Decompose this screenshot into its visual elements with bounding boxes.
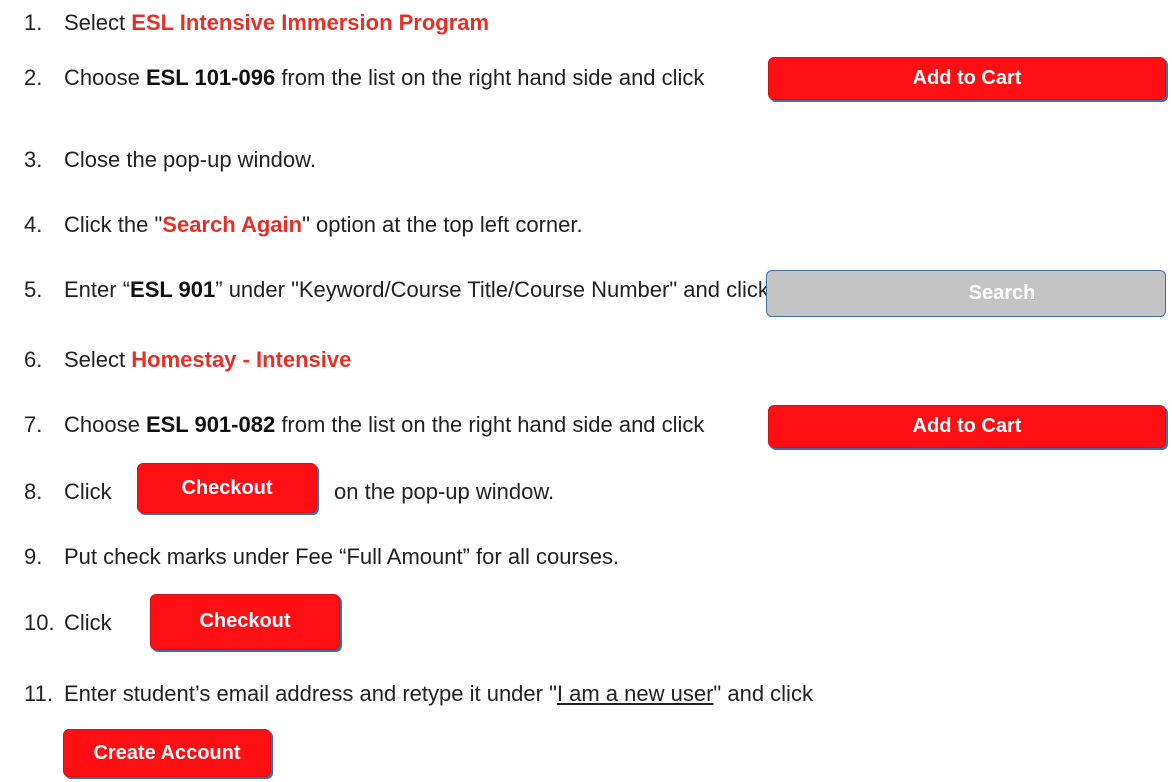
step-text: Choose: [64, 412, 146, 437]
add-to-cart-button[interactable]: Add to Cart: [768, 405, 1166, 448]
step-text: Put check marks under Fee “Full Amount” …: [64, 544, 620, 569]
step-number: 10.: [24, 610, 55, 635]
step-3: 3. Close the pop-up window.: [24, 147, 316, 173]
new-user-link-text: I am a new user: [556, 681, 714, 706]
step-text: Enter “: [64, 277, 131, 302]
create-account-button[interactable]: Create Account: [63, 729, 271, 777]
step-6: 6. Select Homestay - Intensive: [24, 347, 351, 373]
step-number: 6.: [24, 347, 43, 372]
course-code: ESL 901: [130, 277, 216, 302]
step-text: from the list on the right hand side and…: [275, 412, 705, 437]
step-text: Select: [64, 347, 132, 372]
step-text: ” under "Keyword/Course Title/Course Num…: [215, 277, 769, 302]
course-code: ESL 901-082: [145, 412, 276, 437]
checkout-button[interactable]: Checkout: [150, 594, 340, 650]
program-name: Homestay - Intensive: [131, 347, 352, 372]
step-text: " and click: [713, 681, 813, 706]
step-number: 8.: [24, 479, 43, 504]
step-8: 8. Click: [24, 479, 112, 505]
step-text: Select: [64, 10, 132, 35]
step-2: 2. Choose ESL 101-096 from the list on th…: [24, 65, 704, 91]
step-number: 11.: [24, 681, 53, 706]
checkout-button[interactable]: Checkout: [137, 463, 317, 513]
step-text: " option at the top left corner.: [302, 212, 583, 237]
step-number: 3.: [24, 147, 43, 172]
step-number: 7.: [24, 412, 43, 437]
search-again-link-text: Search Again: [162, 212, 303, 237]
step-text: Enter student’s email address and retype…: [64, 681, 557, 706]
step-text: on the pop-up window.: [334, 479, 555, 504]
step-text: Choose: [64, 65, 146, 90]
program-name: ESL Intensive Immersion Program: [131, 10, 490, 35]
step-9: 9. Put check marks under Fee “Full Amount…: [24, 544, 619, 570]
course-code: ESL 101-096: [145, 65, 276, 90]
step-number: 4.: [24, 212, 43, 237]
step-number: 1.: [24, 10, 43, 35]
step-text: Click the ": [64, 212, 163, 237]
step-text: Click: [64, 479, 112, 504]
step-10: 10. Click: [24, 610, 112, 636]
step-8-continuation: on the pop-up window.: [334, 479, 554, 505]
step-text: from the list on the right hand side and…: [275, 65, 705, 90]
step-text: Click: [64, 610, 112, 635]
step-1: 1. Select ESL Intensive Immersion Program: [24, 10, 489, 36]
step-number: 2.: [24, 65, 43, 90]
step-11: 11. Enter student’s email address and ret…: [24, 681, 813, 707]
step-5: 5. Enter “ESL 901” under "Keyword/Course …: [24, 277, 769, 303]
step-4: 4. Click the "Search Again" option at the…: [24, 212, 583, 238]
step-text: Close the pop-up window.: [64, 147, 316, 172]
search-button[interactable]: Search: [766, 270, 1166, 317]
step-7: 7. Choose ESL 901-082 from the list on th…: [24, 412, 704, 438]
step-number: 9.: [24, 544, 43, 569]
step-number: 5.: [24, 277, 43, 302]
add-to-cart-button[interactable]: Add to Cart: [768, 57, 1166, 100]
